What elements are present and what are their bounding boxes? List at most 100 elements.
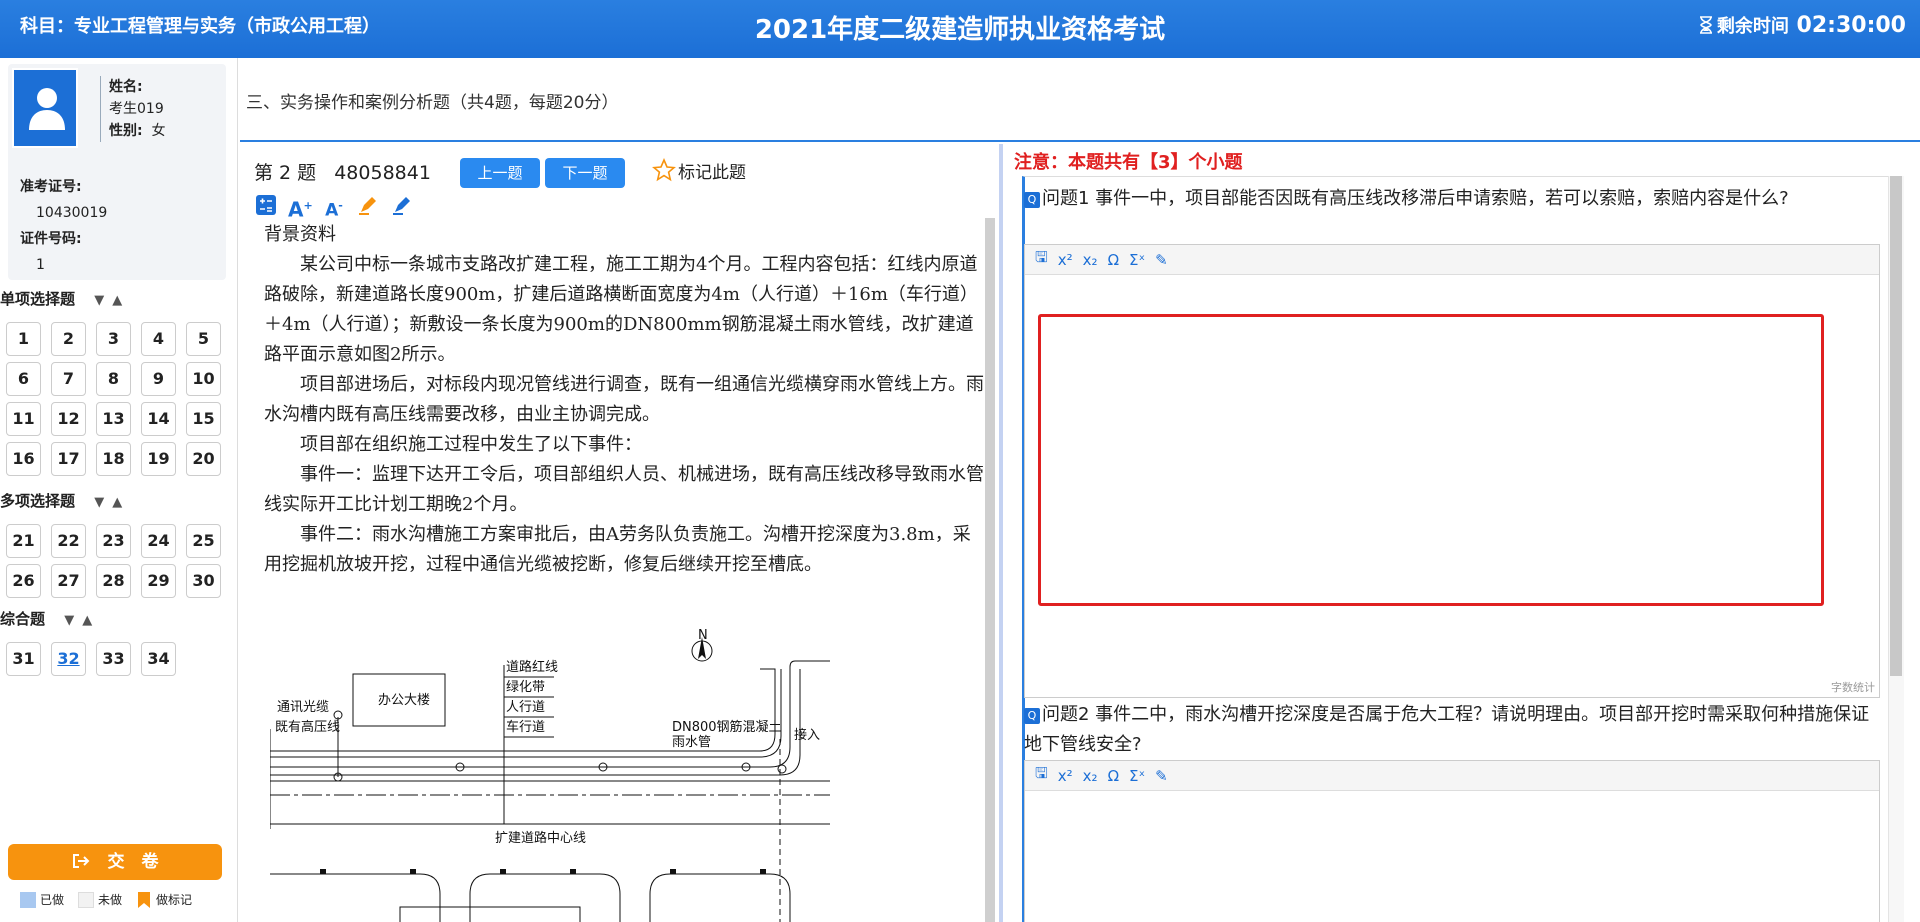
question-nav-button[interactable]: 28 bbox=[96, 564, 131, 598]
cert-label: 证件号码: bbox=[20, 231, 82, 247]
word-count-label[interactable]: 字数统计 bbox=[1831, 679, 1875, 695]
formula-icon[interactable]: Σˣ bbox=[1129, 251, 1145, 269]
admission-label: 准考证号: bbox=[20, 179, 82, 195]
handwrite-icon[interactable]: ✎ bbox=[1155, 251, 1168, 269]
svg-text:人行道: 人行道 bbox=[506, 700, 545, 715]
question-nav-button[interactable]: 3 bbox=[96, 322, 131, 356]
collapse-down-icon[interactable]: ▼ bbox=[94, 495, 104, 510]
id-block: 准考证号: 10430019 证件号码: 1 bbox=[20, 174, 107, 278]
question-nav-button[interactable]: 12 bbox=[51, 402, 86, 436]
question-nav-button[interactable]: 15 bbox=[186, 402, 221, 436]
question-nav-button[interactable]: 34 bbox=[141, 642, 176, 676]
question-nav-button[interactable]: 5 bbox=[186, 322, 221, 356]
paragraph-heading: 背景资料 bbox=[264, 224, 336, 245]
office-label: 办公大楼 bbox=[378, 693, 430, 708]
question-nav-button[interactable]: 1 bbox=[6, 322, 41, 356]
superscript-icon[interactable]: x² bbox=[1058, 767, 1073, 785]
question-header: 第 2 题 48058841 bbox=[254, 158, 431, 185]
exit-icon bbox=[72, 854, 89, 868]
name-label: 姓名: bbox=[109, 79, 143, 95]
question-number: 第 2 题 bbox=[254, 162, 317, 184]
font-decrease-icon[interactable]: A- bbox=[322, 194, 346, 221]
handwrite-icon[interactable]: ✎ bbox=[1155, 767, 1168, 785]
question-nav-button[interactable]: 11 bbox=[6, 402, 41, 436]
question-nav-button[interactable]: 16 bbox=[6, 442, 41, 476]
subscript-icon[interactable]: x₂ bbox=[1083, 767, 1098, 785]
question-badge-icon: Q bbox=[1024, 192, 1040, 208]
question-nav-button[interactable]: 26 bbox=[6, 564, 41, 598]
question-nav-button[interactable]: 6 bbox=[6, 362, 41, 396]
font-increase-icon[interactable]: A+ bbox=[288, 194, 313, 222]
pane-divider[interactable] bbox=[999, 144, 1003, 922]
subquestion-1: Q 问题1 事件一中，项目部能否因既有高压线改移滞后申请索赔，若可以索赔，索赔内容… bbox=[1024, 184, 1882, 214]
collapse-down-icon[interactable]: ▼ bbox=[64, 613, 74, 628]
save-icon[interactable]: 🖫 bbox=[1035, 763, 1048, 788]
question-nav-button[interactable]: 9 bbox=[141, 362, 176, 396]
section-heading: 三、实务操作和案例分析题（共4题，每题20分） bbox=[240, 58, 1920, 142]
user-icon bbox=[29, 88, 65, 130]
collapse-down-icon[interactable]: ▼ bbox=[94, 293, 104, 308]
north-label: N bbox=[698, 628, 708, 643]
save-icon[interactable]: 🖫 bbox=[1035, 247, 1048, 272]
legend-undone: 未做 bbox=[78, 891, 122, 908]
comprehensive-label: 综合题 bbox=[0, 610, 46, 628]
candidate-info: 姓名: 考生019 性别: 女 bbox=[100, 76, 166, 142]
exam-title: 2021年度二级建造师执业资格考试 bbox=[754, 15, 1166, 45]
highlighter-icon[interactable] bbox=[356, 194, 380, 218]
question-nav-button[interactable]: 7 bbox=[51, 362, 86, 396]
answer-scrollbar[interactable] bbox=[1890, 176, 1902, 676]
paragraph: 项目部进场后，对标段内现况管线进行调查，既有一组通信光缆横穿雨水管线上方。雨水沟… bbox=[264, 374, 984, 425]
question-nav-button[interactable]: 31 bbox=[6, 642, 41, 676]
question-nav-button[interactable]: 27 bbox=[51, 564, 86, 598]
question-nav-button[interactable]: 33 bbox=[96, 642, 131, 676]
question-nav-button[interactable]: 25 bbox=[186, 524, 221, 558]
legend-marked: 做标记 bbox=[136, 891, 192, 908]
exam-header: 科目：专业工程管理与实务（市政公用工程） 2021年度二级建造师执业资格考试 剩… bbox=[0, 0, 1920, 58]
question-nav-button[interactable]: 29 bbox=[141, 564, 176, 598]
question-nav-button[interactable]: 19 bbox=[141, 442, 176, 476]
next-question-button[interactable]: 下一题 bbox=[545, 158, 625, 188]
prev-question-button[interactable]: 上一题 bbox=[460, 158, 540, 188]
answer-input-area-1[interactable] bbox=[1038, 314, 1824, 606]
expand-up-icon[interactable]: ▲ bbox=[82, 613, 92, 628]
question-nav-button[interactable]: 22 bbox=[51, 524, 86, 558]
calculator-icon[interactable] bbox=[254, 194, 278, 218]
mark-question-button[interactable]: 标记此题 bbox=[652, 157, 746, 183]
expand-up-icon[interactable]: ▲ bbox=[112, 495, 122, 510]
question-nav-button[interactable]: 18 bbox=[96, 442, 131, 476]
question-text: 背景资料 某公司中标一条城市支路改扩建工程，施工工期为4个月。工程内容包括：红线… bbox=[264, 220, 988, 580]
question-nav-button[interactable]: 21 bbox=[6, 524, 41, 558]
eraser-icon[interactable] bbox=[390, 194, 414, 218]
comprehensive-header[interactable]: 综合题 ▼ ▲ bbox=[0, 608, 92, 629]
superscript-icon[interactable]: x² bbox=[1058, 251, 1073, 269]
question-nav-button[interactable]: 17 bbox=[51, 442, 86, 476]
formula-icon[interactable]: Σˣ bbox=[1129, 767, 1145, 785]
question-nav-button[interactable]: 8 bbox=[96, 362, 131, 396]
question-nav-button[interactable]: 24 bbox=[141, 524, 176, 558]
question-nav-button[interactable]: 30 bbox=[186, 564, 221, 598]
question-nav-button[interactable]: 4 bbox=[141, 322, 176, 356]
multi-choice-grid: 21 22 23 24 25 26 27 28 29 30 bbox=[6, 524, 221, 598]
submit-exam-button[interactable]: 交 卷 bbox=[8, 844, 222, 880]
answer-editor-2[interactable]: 🖫 x² x₂ Ω Σˣ ✎ bbox=[1024, 760, 1880, 922]
question-nav-button[interactable]: 10 bbox=[186, 362, 221, 396]
single-choice-header[interactable]: 单项选择题 ▼ ▲ bbox=[0, 288, 122, 309]
subquestion-notice: 注意：本题共有【3】个小题 bbox=[1014, 152, 1243, 173]
subscript-icon[interactable]: x₂ bbox=[1083, 251, 1098, 269]
question-badge-icon: Q bbox=[1024, 708, 1040, 724]
question-nav-button[interactable]: 32 bbox=[51, 642, 86, 676]
question-nav-button[interactable]: 23 bbox=[96, 524, 131, 558]
comm-cable-label: 通讯光缆 bbox=[277, 699, 329, 715]
question-nav-button[interactable]: 14 bbox=[141, 402, 176, 436]
legend-box: 道路红线 绿化带 人行道 车行道 bbox=[503, 659, 558, 824]
omega-icon[interactable]: Ω bbox=[1108, 767, 1119, 785]
question-nav-button[interactable]: 2 bbox=[51, 322, 86, 356]
section-title: 三、实务操作和案例分析题（共4题，每题20分） bbox=[246, 93, 619, 113]
multi-choice-header[interactable]: 多项选择题 ▼ ▲ bbox=[0, 490, 122, 511]
question-scrollbar[interactable] bbox=[985, 218, 995, 922]
expand-up-icon[interactable]: ▲ bbox=[112, 293, 122, 308]
question-nav-button[interactable]: 13 bbox=[96, 402, 131, 436]
omega-icon[interactable]: Ω bbox=[1108, 251, 1119, 269]
single-choice-label: 单项选择题 bbox=[0, 290, 76, 308]
question-nav-button[interactable]: 20 bbox=[186, 442, 221, 476]
